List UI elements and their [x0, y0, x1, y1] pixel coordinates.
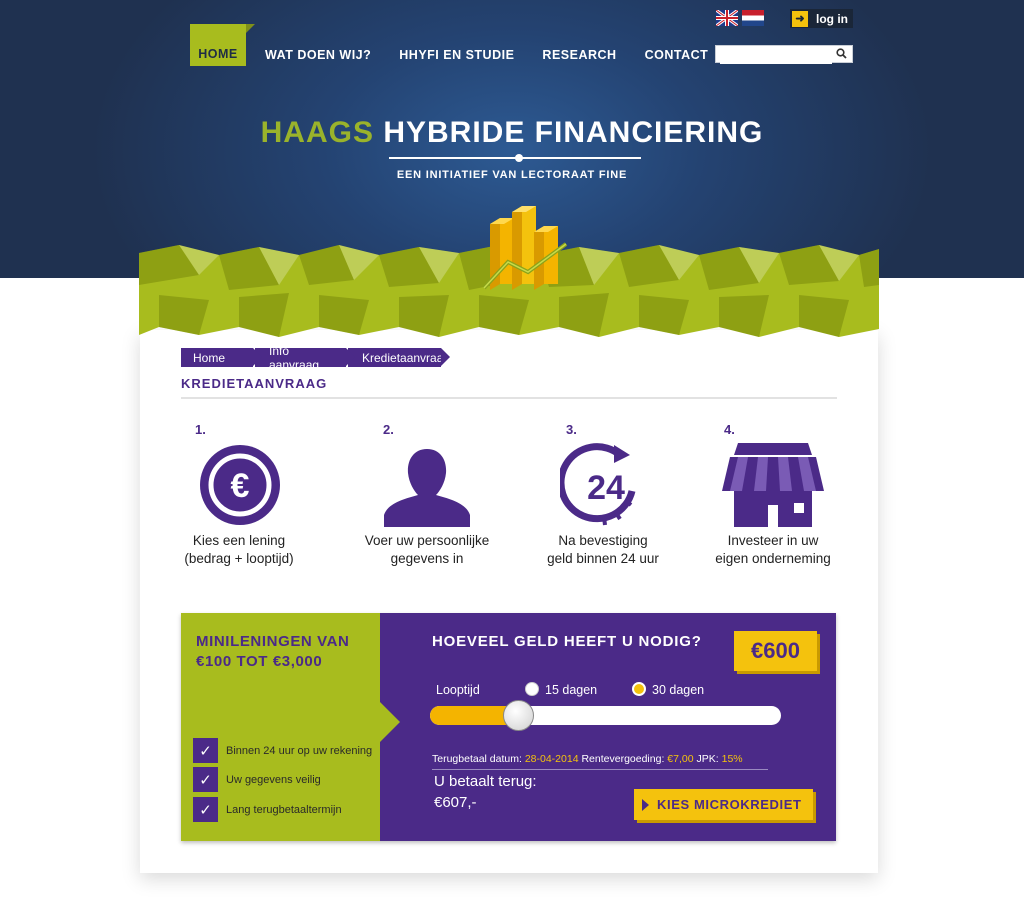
search-icon[interactable]	[836, 48, 847, 62]
step-3-line1: Na bevestiging	[558, 533, 648, 548]
amount-question: HOEVEEL GELD HEEFT U NODIG?	[432, 633, 702, 650]
nav-wat-doen-wij[interactable]: WAT DOEN WIJ?	[265, 48, 371, 62]
nav-research[interactable]: RESEARCH	[542, 48, 616, 62]
term-15-label[interactable]: 15 dagen	[545, 683, 597, 697]
pay-back-value: €607,-	[434, 794, 477, 811]
login-label: log in	[816, 11, 848, 26]
term-15-radio[interactable]	[525, 682, 539, 696]
step-2-text: Voer uw persoonlijke gegevens in	[337, 532, 517, 568]
pay-back-label: U betaalt terug:	[434, 773, 537, 790]
term-30-radio[interactable]	[632, 682, 646, 696]
24-hours-icon: 24	[560, 443, 636, 526]
repay-date-value: 28-04-2014	[524, 753, 579, 765]
step-2-line1: Voer uw persoonlijke	[364, 533, 490, 548]
step-4-number: 4.	[724, 422, 735, 437]
step-4-text: Investeer in uw eigen onderneming	[683, 532, 863, 568]
interest-label: Rentevergoeding:	[581, 753, 665, 765]
title-divider-rule	[181, 397, 837, 399]
24-hours-icon-label: 24	[587, 469, 625, 507]
nav-hhyfi-en-studie[interactable]: HHYFI EN STUDIE	[399, 48, 514, 62]
login-arrow-icon: ➜	[792, 10, 808, 27]
site-title-word2: HYBRIDE FINANCIERING	[383, 116, 764, 149]
login-button[interactable]: ➜ log in	[790, 9, 853, 28]
interest-value: €7,00	[667, 753, 694, 765]
checkmark-icon: ✓	[193, 738, 218, 763]
repay-date-label: Terugbetaal datum:	[432, 753, 522, 765]
step-2-number: 2.	[383, 422, 394, 437]
shop-icon	[722, 443, 824, 527]
step-3-text: Na bevestiging geld binnen 24 uur	[513, 532, 693, 568]
benefit-item: ✓ Binnen 24 uur op uw rekening	[193, 738, 372, 763]
play-arrow-icon	[642, 798, 649, 811]
step-1-line2: (bedrag + looptijd)	[184, 551, 294, 566]
main-nav: WAT DOEN WIJ? HHYFI EN STUDIE RESEARCH C…	[190, 35, 736, 75]
page-title: KREDIETAANVRAAG	[181, 376, 328, 391]
promo-title: MINILENINGEN VAN €100 TOT €3,000	[196, 633, 350, 670]
euro-coin-icon: €	[200, 445, 280, 525]
search-box[interactable]	[715, 45, 853, 64]
bar-chart-logo-icon	[482, 206, 568, 290]
site-title: HAAGS HYBRIDE FINANCIERING	[0, 116, 1024, 150]
breadcrumb: Home Info aanvraag Kredietaanvraag	[181, 344, 450, 372]
flag-uk-icon[interactable]	[715, 8, 739, 28]
breadcrumb-kredietaanvraag[interactable]: Kredietaanvraag	[348, 348, 450, 367]
checkmark-icon: ✓	[193, 797, 218, 822]
amount-slider-track[interactable]	[430, 706, 781, 725]
nav-contact[interactable]: CONTACT	[645, 48, 709, 62]
uk-flag-graphic	[715, 8, 739, 28]
site-tagline: EEN INITIATIEF VAN LECTORAAT FINE	[396, 169, 628, 181]
site-title-word1: HAAGS	[260, 116, 374, 149]
apr-value: 15%	[721, 753, 743, 765]
breadcrumb-info-aanvraag[interactable]: Info aanvraag	[255, 344, 355, 372]
svg-text:€: €	[231, 467, 250, 505]
benefit-label: Lang terugbetaaltermijn	[226, 803, 342, 816]
apr-label: JPK:	[696, 753, 719, 765]
amount-display: €600	[734, 631, 817, 671]
checkmark-icon: ✓	[193, 767, 218, 792]
benefit-item: ✓ Lang terugbetaaltermijn	[193, 797, 342, 822]
person-icon	[384, 449, 470, 527]
choose-microcredit-label: KIES MICROKREDIET	[657, 797, 802, 812]
benefit-item: ✓ Uw gegevens veilig	[193, 767, 321, 792]
loan-info-line: Terugbetaal datum: 28-04-2014 Rentevergo…	[432, 753, 743, 765]
step-2-line2: gegevens in	[390, 551, 464, 566]
step-1-number: 1.	[195, 422, 206, 437]
info-divider	[432, 769, 768, 770]
promo-panel-arrow	[380, 702, 400, 742]
search-input[interactable]	[720, 49, 832, 64]
benefit-label: Uw gegevens veilig	[226, 773, 321, 786]
flag-nl-icon[interactable]	[742, 10, 764, 26]
step-1-text: Kies een lening (bedrag + looptijd)	[149, 532, 329, 568]
step-3-line2: geld binnen 24 uur	[547, 551, 659, 566]
term-30-label[interactable]: 30 dagen	[652, 683, 704, 697]
step-4-line1: Investeer in uw	[727, 533, 819, 548]
title-divider-dot	[515, 154, 523, 162]
step-4-line2: eigen onderneming	[715, 551, 831, 566]
step-1-line1: Kies een lening	[192, 533, 286, 548]
term-label: Looptijd	[436, 683, 480, 697]
breadcrumb-home[interactable]: Home	[181, 348, 262, 367]
benefit-label: Binnen 24 uur op uw rekening	[226, 744, 373, 757]
choose-microcredit-button[interactable]: KIES MICROKREDIET	[634, 789, 813, 820]
step-3-number: 3.	[566, 422, 577, 437]
amount-slider-handle[interactable]	[503, 700, 534, 731]
